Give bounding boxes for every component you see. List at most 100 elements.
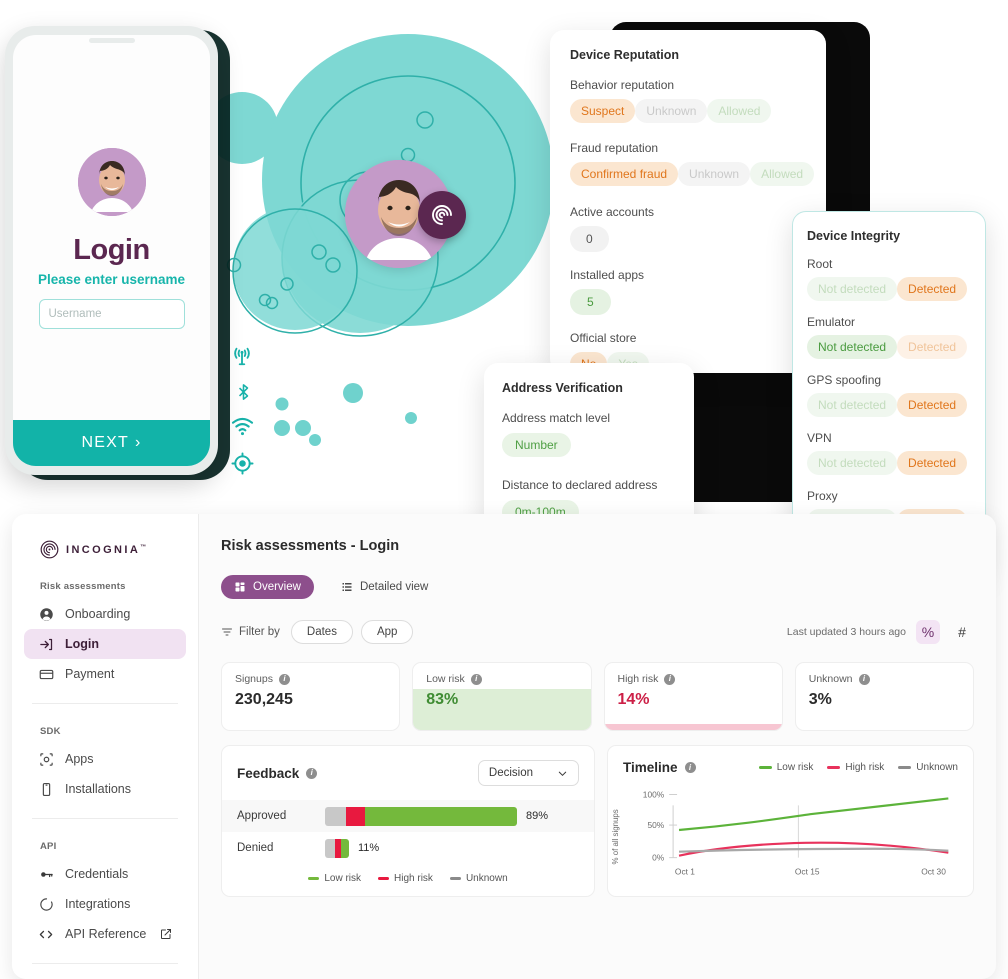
timeline-chart-svg: % of all signups 100% 50% 0% Oct 1 Oct 1… <box>611 789 949 876</box>
sidebar-item-login[interactable]: Login <box>24 629 186 659</box>
sidebar-item-payment[interactable]: Payment <box>24 659 186 689</box>
apps-icon <box>38 751 54 767</box>
sidebar: INCOGNIA™ Risk assessments Onboarding Lo… <box>12 514 199 979</box>
stat-value: 3% <box>808 691 832 708</box>
feedback-select-value: Decision <box>488 767 533 779</box>
tab-overview[interactable]: Overview <box>221 575 314 599</box>
vpn-not-detected[interactable]: Not detected <box>807 451 898 475</box>
feedback-panel: Feedback i Decision Approved 89% Denied … <box>221 745 595 897</box>
behavior-option-unknown[interactable]: Unknown <box>635 99 708 123</box>
feedback-row-denied: Denied 11% <box>222 832 594 864</box>
timeline-title: Timeline <box>623 760 678 775</box>
sidebar-divider-2 <box>32 818 178 819</box>
feedback-row-label: Denied <box>237 842 274 854</box>
sidebar-item-integrations[interactable]: Integrations <box>24 889 186 919</box>
feedback-row-label: Approved <box>237 810 287 822</box>
sidebar-item-label: Login <box>65 637 100 651</box>
gps-spoofing-detected[interactable]: Detected <box>897 393 968 417</box>
sidebar-divider-1 <box>32 703 178 704</box>
info-icon[interactable]: i <box>664 673 676 685</box>
emulator-detected[interactable]: Detected <box>897 335 968 359</box>
sidebar-item-label: Credentials <box>65 867 129 881</box>
filter-chip-app[interactable]: App <box>360 620 414 644</box>
info-icon[interactable]: i <box>278 673 290 685</box>
emulator-not-detected[interactable]: Not detected <box>807 335 898 359</box>
bar-segment-unknown <box>325 806 347 826</box>
installed-apps-value: 5 <box>570 289 611 315</box>
device-reputation-title: Device Reputation <box>570 48 680 62</box>
phone-user-avatar <box>77 148 146 216</box>
sidebar-item-api-reference[interactable]: API Reference <box>24 919 186 949</box>
stat-label: Low risk <box>426 673 465 685</box>
stat-underline-bar <box>604 724 782 730</box>
nav-section-sdk: SDK <box>40 726 61 737</box>
fraud-option-allowed[interactable]: Allowed <box>750 162 815 186</box>
hash-icon[interactable]: # <box>950 620 974 644</box>
stat-label: Unknown <box>808 673 853 685</box>
filter-by: Filter by <box>221 626 280 638</box>
info-icon[interactable]: i <box>470 673 482 685</box>
sidebar-item-credentials[interactable]: Credentials <box>24 859 186 889</box>
filter-chip-dates[interactable]: Dates <box>290 620 353 644</box>
active-accounts-value: 0 <box>570 226 609 252</box>
sidebar-item-apps[interactable]: Apps <box>24 744 186 774</box>
feedback-title: Feedback <box>237 765 300 781</box>
legend-label: High risk <box>394 873 433 884</box>
timeline-panel: Timeline i Low risk High risk Unknown % … <box>607 745 974 897</box>
info-icon[interactable]: i <box>684 762 696 773</box>
gps-spoofing-label: GPS spoofing <box>807 373 882 387</box>
stat-card-unknown: Unknown i 3% <box>794 662 974 731</box>
incognia-logo-text: INCOGNIA™ <box>66 544 146 556</box>
logo-wordmark: INCOGNIA <box>66 543 141 556</box>
bluetooth-icon <box>238 384 249 400</box>
legend-swatch <box>449 877 461 880</box>
sidebar-item-label: Payment <box>65 667 115 681</box>
feedback-row-approved: Approved 89% <box>222 800 594 832</box>
gps-target-icon <box>231 452 254 475</box>
gps-spoofing-not-detected[interactable]: Not detected <box>807 393 898 417</box>
sidebar-item-installations[interactable]: Installations <box>24 774 186 804</box>
next-button[interactable]: NEXT › <box>13 420 210 466</box>
username-input[interactable] <box>38 299 185 329</box>
legend-item-high-risk: High risk <box>378 873 433 884</box>
wifi-icon <box>231 417 254 436</box>
y-tick-0: 0% <box>652 853 665 863</box>
chevron-down-icon <box>558 771 567 776</box>
behavior-option-allowed[interactable]: Allowed <box>707 99 772 123</box>
list-icon <box>342 583 352 591</box>
root-label: Root <box>807 257 833 271</box>
fraud-option-confirmed[interactable]: Confirmed fraud <box>570 162 679 186</box>
y-tick-100: 100% <box>643 789 665 799</box>
stat-cards: Signups i 230,245 Low risk i 83% High ri… <box>221 662 974 731</box>
filter-bar: Filter by Dates App Last updated 3 hours… <box>221 620 974 644</box>
sidebar-item-onboarding[interactable]: Onboarding <box>24 599 186 629</box>
filter-by-label: Filter by <box>239 626 280 638</box>
legend-swatch <box>378 877 390 880</box>
bar-segment-low-risk <box>365 806 517 826</box>
behavior-option-suspect[interactable]: Suspect <box>570 99 636 123</box>
nav-section-api: API <box>40 841 57 852</box>
legend-item-low-risk: Low risk <box>758 762 813 773</box>
fraud-option-unknown[interactable]: Unknown <box>678 162 751 186</box>
tab-detailed-view-label: Detailed view <box>359 581 429 593</box>
legend-swatch <box>308 877 320 880</box>
info-icon[interactable]: i <box>858 673 870 685</box>
legend-item-unknown: Unknown <box>898 762 958 773</box>
info-icon[interactable]: i <box>306 767 318 779</box>
legend-swatch <box>758 766 772 769</box>
page-title: Risk assessments - Login <box>221 538 400 554</box>
stat-card-high-risk: High risk i 14% <box>603 662 783 731</box>
root-not-detected[interactable]: Not detected <box>807 277 898 301</box>
login-arrow-icon <box>38 636 54 652</box>
user-circle-icon <box>38 606 54 622</box>
vpn-detected[interactable]: Detected <box>897 451 968 475</box>
root-detected[interactable]: Detected <box>897 277 968 301</box>
bar-segment-high-risk <box>346 806 366 826</box>
installed-apps-label: Installed apps <box>570 268 645 282</box>
dashboard-window: INCOGNIA™ Risk assessments Onboarding Lo… <box>12 514 996 979</box>
nav-section-risk-assessments: Risk assessments <box>40 581 126 592</box>
percent-icon[interactable]: % <box>916 620 940 644</box>
feedback-select[interactable]: Decision <box>477 760 579 786</box>
tab-detailed-view[interactable]: Detailed view <box>328 575 441 599</box>
phone-login-title: Login <box>73 234 150 266</box>
